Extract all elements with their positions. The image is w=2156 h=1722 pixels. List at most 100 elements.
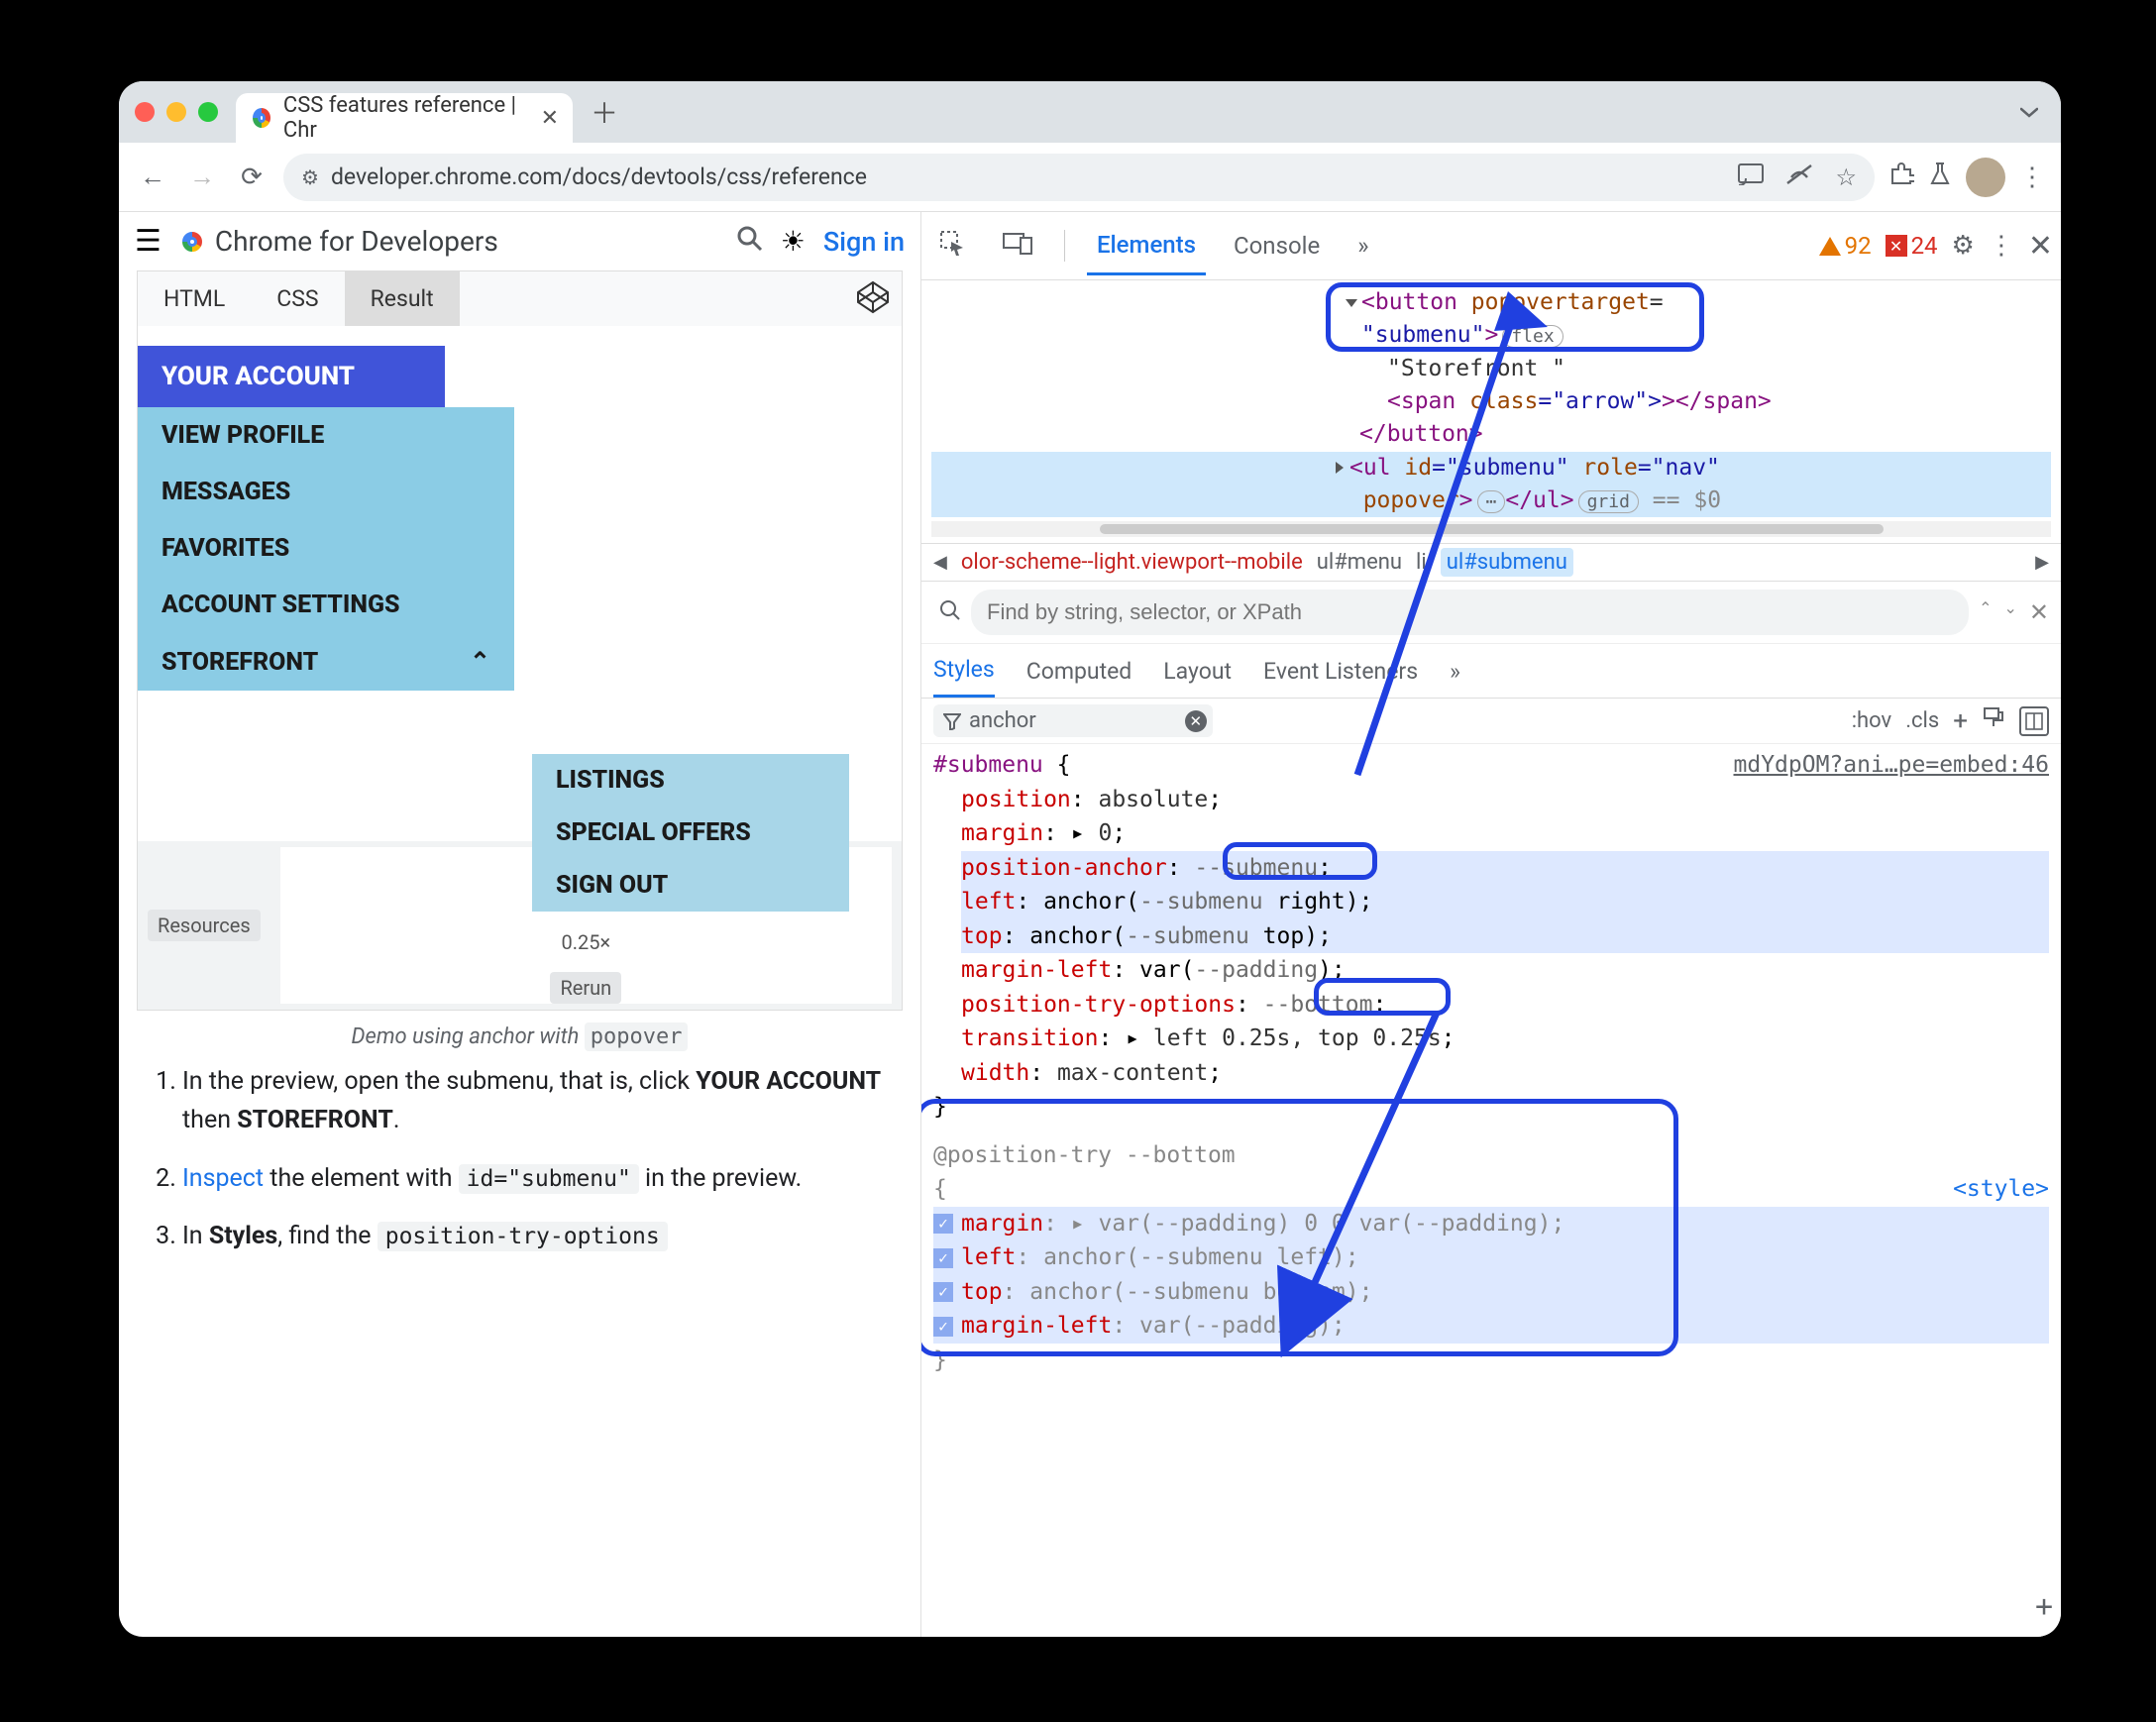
- dom-tree[interactable]: <button popovertarget= "submenu">flex "S…: [921, 280, 2061, 543]
- menu-item-view-profile[interactable]: VIEW PROFILE: [138, 407, 514, 464]
- cast-icon[interactable]: [1738, 163, 1764, 191]
- tab-elements[interactable]: Elements: [1087, 217, 1206, 275]
- device-toolbar-icon[interactable]: [993, 217, 1042, 274]
- grid-badge[interactable]: grid: [1578, 490, 1639, 513]
- inline-style-source[interactable]: <style>: [1953, 1172, 2049, 1207]
- annotation-button-highlight: [1326, 282, 1704, 352]
- browser-menu-button[interactable]: ⋮: [2019, 162, 2045, 192]
- tab-console[interactable]: Console: [1224, 218, 1330, 273]
- expand-toggle-icon[interactable]: [1336, 455, 1349, 481]
- tabs-dropdown-button[interactable]: [2013, 100, 2045, 124]
- theme-toggle-icon[interactable]: ☀: [781, 225, 806, 258]
- stylesheet-source-link[interactable]: mdYdpOM?ani…pe=embed:46: [1734, 748, 2050, 783]
- sign-in-link[interactable]: Sign in: [823, 226, 905, 258]
- crumb-ul-menu[interactable]: ul#menu: [1317, 550, 1402, 575]
- search-icon[interactable]: [735, 224, 763, 259]
- submenu-special-offers[interactable]: SPECIAL OFFERS: [532, 807, 849, 859]
- incognito-off-icon[interactable]: [1785, 163, 1813, 191]
- hamburger-menu-icon[interactable]: ☰: [135, 224, 162, 259]
- more-style-tabs[interactable]: »: [1450, 646, 1460, 697]
- page-left-pane: ☰ Chrome for Developers ☀ Sign in HTML C…: [119, 212, 921, 1637]
- more-tabs-icon[interactable]: »: [1348, 218, 1378, 273]
- inspect-link[interactable]: Inspect: [182, 1164, 264, 1193]
- tab-computed[interactable]: Computed: [1026, 646, 1132, 697]
- prev-match-button[interactable]: ⌃: [1979, 598, 1992, 626]
- figure-caption: Demo using anchor with popover: [119, 1011, 920, 1063]
- reload-button[interactable]: ⟳: [234, 160, 270, 195]
- next-match-button[interactable]: ⌄: [2003, 598, 2016, 626]
- new-style-rule-button[interactable]: +: [1953, 706, 1968, 736]
- tab-html[interactable]: HTML: [138, 271, 251, 326]
- profile-avatar[interactable]: [1966, 158, 2005, 197]
- browser-tab[interactable]: CSS features reference | Chr ✕: [236, 93, 573, 143]
- styles-filter-input[interactable]: anchor ✕: [933, 704, 1213, 737]
- tab-styles[interactable]: Styles: [933, 644, 995, 698]
- inspect-element-icon[interactable]: [929, 216, 975, 275]
- menu-item-messages[interactable]: MESSAGES: [138, 464, 514, 520]
- styles-pane[interactable]: mdYdpOM?ani…pe=embed:46 #submenu { posit…: [921, 744, 2061, 1637]
- embed-tabs: HTML CSS Result: [138, 271, 902, 326]
- forward-button[interactable]: →: [184, 160, 220, 195]
- extensions-icon[interactable]: [1888, 161, 1914, 193]
- close-search-button[interactable]: ✕: [2029, 598, 2049, 626]
- address-bar[interactable]: ⚙ developer.chrome.com/docs/devtools/css…: [283, 154, 1875, 201]
- site-brand-label: Chrome for Developers: [215, 225, 498, 258]
- close-tab-button[interactable]: ✕: [541, 106, 559, 131]
- cls-toggle[interactable]: .cls: [1905, 708, 1939, 733]
- minimize-window-button[interactable]: [166, 102, 186, 122]
- tab-event-listeners[interactable]: Event Listeners: [1263, 646, 1418, 697]
- devtools-panel: Elements Console » 92 ✕24 ⚙ ⋮ ✕ <button …: [921, 212, 2061, 1637]
- horizontal-scrollbar[interactable]: [931, 521, 2051, 537]
- settings-gear-icon[interactable]: ⚙: [1952, 231, 1975, 261]
- site-settings-icon[interactable]: ⚙: [301, 165, 319, 189]
- hov-toggle[interactable]: :hov: [1852, 708, 1892, 733]
- storefront-submenu: LISTINGS SPECIAL OFFERS SIGN OUT: [532, 754, 849, 912]
- close-window-button[interactable]: [135, 102, 155, 122]
- maximize-window-button[interactable]: [198, 102, 218, 122]
- tab-css[interactable]: CSS: [251, 271, 344, 326]
- dom-breadcrumb: ◀ olor-scheme--light.viewport--mobile ul…: [921, 543, 2061, 582]
- tab-layout[interactable]: Layout: [1163, 646, 1232, 697]
- tab-result[interactable]: Result: [345, 271, 460, 326]
- menu-item-favorites[interactable]: FAVORITES: [138, 520, 514, 577]
- zoom-0.25x[interactable]: 0.25×: [562, 930, 611, 954]
- paint-icon[interactable]: [1982, 706, 2005, 736]
- menu-item-account-settings[interactable]: ACCOUNT SETTINGS: [138, 577, 514, 633]
- submenu-sign-out[interactable]: SIGN OUT: [532, 859, 849, 912]
- search-input[interactable]: [971, 590, 1969, 635]
- search-icon: [939, 599, 961, 625]
- breadcrumb-scroll-left[interactable]: ◀: [933, 552, 947, 573]
- labs-flask-icon[interactable]: [1928, 161, 1952, 193]
- warnings-badge[interactable]: 92: [1819, 232, 1872, 260]
- caption-text: Demo using anchor with: [352, 1024, 585, 1049]
- annotation-position-try-highlight: [921, 1099, 1678, 1356]
- devtools-menu-icon[interactable]: ⋮: [1989, 231, 2014, 261]
- errors-badge[interactable]: ✕24: [1886, 232, 1938, 260]
- error-x-icon: ✕: [1886, 235, 1907, 257]
- url-text: developer.chrome.com/docs/devtools/css/r…: [331, 163, 867, 190]
- site-brand[interactable]: Chrome for Developers: [179, 225, 498, 258]
- step-2: Inspect the element with id="submenu" in…: [182, 1160, 897, 1199]
- bookmark-star-icon[interactable]: ☆: [1835, 163, 1857, 191]
- menu-your-account[interactable]: YOUR ACCOUNT: [138, 346, 445, 407]
- resources-button[interactable]: Resources: [148, 910, 261, 941]
- annotation-bottom-highlight: [1314, 978, 1451, 1016]
- breadcrumb-scroll-right[interactable]: ▶: [2035, 552, 2049, 573]
- clear-filter-button[interactable]: ✕: [1185, 710, 1207, 732]
- add-property-plus-icon[interactable]: +: [2035, 1584, 2053, 1629]
- ellipsis-badge[interactable]: ⋯: [1477, 490, 1506, 513]
- codepen-icon[interactable]: [856, 280, 890, 318]
- crumb-li[interactable]: li: [1416, 550, 1427, 575]
- crumb-ul-submenu[interactable]: ul#submenu: [1441, 548, 1573, 577]
- rerun-button[interactable]: Rerun: [550, 972, 621, 1004]
- crumb-body[interactable]: olor-scheme--light.viewport--mobile: [961, 550, 1303, 575]
- close-devtools-button[interactable]: ✕: [2028, 229, 2053, 264]
- new-tab-button[interactable]: ＋: [591, 92, 618, 132]
- menu-item-storefront[interactable]: STOREFRONT ⌃: [138, 633, 514, 691]
- menu-item-storefront-label: STOREFRONT: [162, 648, 318, 677]
- submenu-listings[interactable]: LISTINGS: [532, 754, 849, 807]
- browser-toolbar: ← → ⟳ ⚙ developer.chrome.com/docs/devtoo…: [119, 143, 2061, 212]
- caption-code: popover: [585, 1022, 689, 1051]
- back-button[interactable]: ←: [135, 160, 170, 195]
- computed-panel-icon[interactable]: [2019, 706, 2049, 736]
